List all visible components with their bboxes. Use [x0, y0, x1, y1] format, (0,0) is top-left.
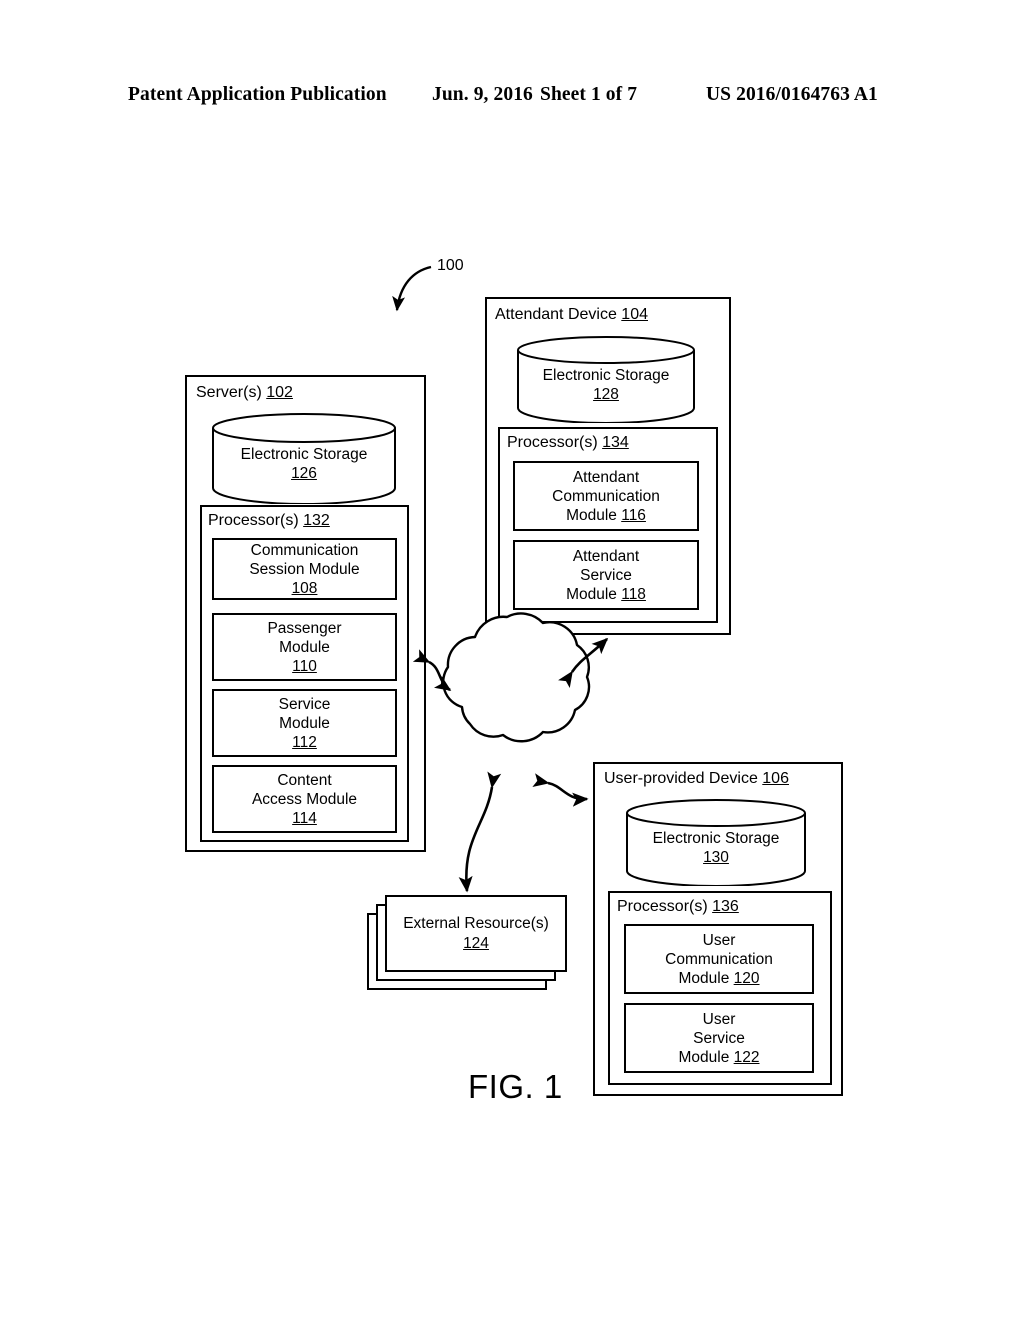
- attendant-storage-label: Electronic Storage: [542, 367, 670, 384]
- module-line-1: Service: [278, 695, 331, 713]
- connector-external-resources-to-cloud: [458, 771, 502, 893]
- module-line-2: Session Module: [249, 560, 360, 578]
- external-resources-label: External Resource(s): [403, 914, 549, 932]
- attendant-storage-ref: 128: [593, 386, 619, 403]
- module-line-1: User: [702, 1010, 736, 1028]
- server-processor-ref: 132: [303, 512, 330, 529]
- attendant-service-module: Attendant Service Module 118: [513, 540, 699, 610]
- module-line-2: Access Module: [251, 790, 358, 808]
- module-line-1: Attendant: [572, 468, 640, 486]
- server-electronic-storage-cylinder: Electronic Storage 126: [211, 412, 397, 504]
- module-line-2: Module: [279, 714, 330, 732]
- figure-caption: FIG. 1: [468, 1068, 563, 1105]
- module-ref: 108: [291, 579, 318, 597]
- module-line-2: Service: [693, 1029, 745, 1047]
- connector-user-device-to-cloud: [532, 773, 589, 807]
- module-ref: 120: [733, 969, 760, 987]
- user-device-processor-ref: 136: [712, 898, 739, 915]
- server-processor-title: Processor(s) 132: [208, 511, 330, 530]
- server-title-ref: 102: [266, 384, 293, 401]
- module-ref: 116: [621, 506, 646, 524]
- attendant-storage-labels: Electronic Storage 128: [516, 366, 696, 404]
- attendant-processor-text: Processor(s): [507, 434, 603, 451]
- connector-layer: [392, 265, 609, 893]
- server-processor-text: Processor(s): [208, 512, 304, 529]
- user-service-module: User Service Module 122: [624, 1003, 814, 1073]
- module-line-1: User: [702, 931, 736, 949]
- module-ref: 122: [733, 1048, 760, 1066]
- attendant-processor-title: Processor(s) 134: [507, 433, 629, 452]
- system-reference-leader: [392, 265, 432, 312]
- communication-session-module: Communication Session Module 108: [212, 538, 397, 600]
- module-line-1: Content: [277, 771, 332, 789]
- patent-figure-1: 100 Server(s) 102 Electronic Storage 126…: [0, 0, 1024, 1320]
- server-block-title: Server(s) 102: [196, 383, 293, 402]
- user-device-electronic-storage-cylinder: Electronic Storage 130: [625, 798, 807, 886]
- attendant-title-ref: 104: [621, 306, 648, 323]
- user-communication-module: User Communication Module 120: [624, 924, 814, 994]
- module-line-2: Communication: [665, 950, 773, 968]
- attendant-title-text: Attendant Device: [495, 306, 622, 323]
- module-line-2: Module: [279, 638, 330, 656]
- external-resources-ref: 124: [463, 934, 489, 952]
- module-line-3: Module: [678, 969, 734, 987]
- attendant-processor-ref: 134: [602, 434, 629, 451]
- module-line-1: Attendant: [572, 547, 640, 565]
- content-access-module: Content Access Module 114: [212, 765, 397, 833]
- user-provided-device-title: User-provided Device 106: [604, 769, 789, 788]
- attendant-electronic-storage-cylinder: Electronic Storage 128: [516, 335, 696, 423]
- module-line-3: Module: [678, 1048, 734, 1066]
- user-device-storage-ref: 130: [703, 849, 729, 866]
- module-ref: 112: [292, 733, 317, 751]
- attendant-device-title: Attendant Device 104: [495, 305, 648, 324]
- module-line-3: Module: [566, 585, 622, 603]
- connector-server-to-cloud: [412, 649, 452, 692]
- module-ref: 118: [621, 585, 646, 603]
- server-storage-label: Electronic Storage: [240, 446, 368, 463]
- server-storage-ref: 126: [291, 465, 317, 482]
- service-module: Service Module 112: [212, 689, 397, 757]
- system-reference-label: 100: [437, 257, 464, 274]
- module-line-2: Communication: [552, 487, 660, 505]
- user-device-title-ref: 106: [762, 770, 789, 787]
- module-line-1: Communication: [250, 541, 359, 559]
- user-device-storage-labels: Electronic Storage 130: [625, 829, 807, 867]
- module-line-1: Passenger: [267, 619, 342, 637]
- module-ref: 110: [292, 657, 317, 675]
- module-line-2: Service: [580, 566, 632, 584]
- attendant-communication-module: Attendant Communication Module 116: [513, 461, 699, 531]
- user-device-processor-title: Processor(s) 136: [617, 897, 739, 916]
- server-title-text: Server(s): [196, 384, 267, 401]
- server-storage-labels: Electronic Storage 126: [211, 445, 397, 483]
- external-resources-block: External Resource(s) 124: [385, 895, 567, 972]
- user-device-title-text: User-provided Device: [604, 770, 763, 787]
- passenger-module: Passenger Module 110: [212, 613, 397, 681]
- user-device-storage-label: Electronic Storage: [652, 830, 780, 847]
- user-device-processor-text: Processor(s): [617, 898, 713, 915]
- module-line-3: Module: [566, 506, 622, 524]
- module-ref: 114: [292, 809, 317, 827]
- connector-attendant-device-to-cloud: [558, 637, 609, 689]
